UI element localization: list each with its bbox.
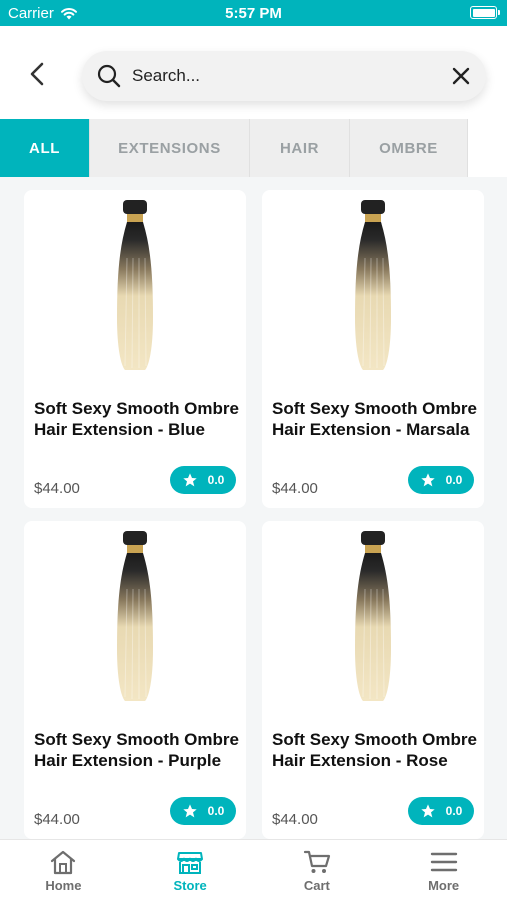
- star-icon: [182, 804, 197, 818]
- nav-home[interactable]: Home: [0, 840, 127, 900]
- home-icon: [51, 850, 76, 875]
- nav-more-label: More: [428, 878, 460, 893]
- tab-extensions[interactable]: EXTENSIONS: [90, 119, 250, 177]
- menu-icon: [430, 852, 457, 872]
- rating-value: 0.0: [207, 804, 225, 818]
- tab-all[interactable]: ALL: [0, 119, 90, 177]
- nav-more[interactable]: More: [380, 840, 507, 900]
- product-name: Soft Sexy Smooth Ombre Hair Extension - …: [34, 730, 239, 770]
- star-icon: [182, 473, 197, 487]
- product-card[interactable]: Soft Sexy Smooth Ombre Hair Extension - …: [262, 521, 484, 839]
- status-bar: Carrier 5:57 PM: [0, 0, 507, 26]
- search-icon: [97, 64, 121, 88]
- product-name: Soft Sexy Smooth Ombre Hair Extension - …: [34, 399, 239, 439]
- product-image: [24, 529, 246, 709]
- star-icon: [420, 804, 435, 818]
- rating-badge: 0.0: [408, 797, 474, 825]
- rating-badge: 0.0: [408, 466, 474, 494]
- nav-store[interactable]: Store: [127, 840, 254, 900]
- nav-store-label: Store: [173, 878, 207, 893]
- chevron-left-icon: [30, 62, 44, 86]
- category-tabs: ALL EXTENSIONS HAIR OMBRE: [0, 119, 507, 177]
- rating-value: 0.0: [207, 473, 225, 487]
- header: [0, 26, 507, 119]
- rating-value: 0.0: [445, 804, 463, 818]
- rating-badge: 0.0: [170, 466, 236, 494]
- bottom-nav: Home Store Cart More: [0, 839, 507, 900]
- product-card[interactable]: Soft Sexy Smooth Ombre Hair Extension - …: [262, 190, 484, 508]
- nav-cart-label: Cart: [303, 878, 330, 893]
- product-price: $44.00: [34, 811, 80, 828]
- search-input[interactable]: [132, 66, 432, 86]
- product-grid: Soft Sexy Smooth Ombre Hair Extension - …: [0, 177, 507, 839]
- cart-icon: [303, 850, 330, 873]
- close-icon[interactable]: [450, 65, 472, 87]
- nav-cart[interactable]: Cart: [254, 840, 381, 900]
- product-image: [262, 198, 484, 378]
- rating-badge: 0.0: [170, 797, 236, 825]
- star-icon: [420, 473, 435, 487]
- back-button[interactable]: [22, 59, 52, 89]
- product-card[interactable]: Soft Sexy Smooth Ombre Hair Extension - …: [24, 190, 246, 508]
- store-icon: [177, 852, 204, 874]
- battery-icon: [470, 6, 500, 19]
- product-image: [24, 198, 246, 378]
- nav-home-label: Home: [45, 878, 82, 893]
- tab-hair[interactable]: HAIR: [250, 119, 350, 177]
- product-price: $44.00: [34, 480, 80, 497]
- product-name: Soft Sexy Smooth Ombre Hair Extension - …: [272, 730, 477, 770]
- tab-ombre[interactable]: OMBRE: [350, 119, 468, 177]
- product-card[interactable]: Soft Sexy Smooth Ombre Hair Extension - …: [24, 521, 246, 839]
- product-price: $44.00: [272, 811, 318, 828]
- rating-value: 0.0: [445, 473, 463, 487]
- product-name: Soft Sexy Smooth Ombre Hair Extension - …: [272, 399, 477, 439]
- product-price: $44.00: [272, 480, 318, 497]
- status-time: 5:57 PM: [225, 5, 282, 22]
- search-bar[interactable]: [82, 51, 486, 101]
- product-image: [262, 529, 484, 709]
